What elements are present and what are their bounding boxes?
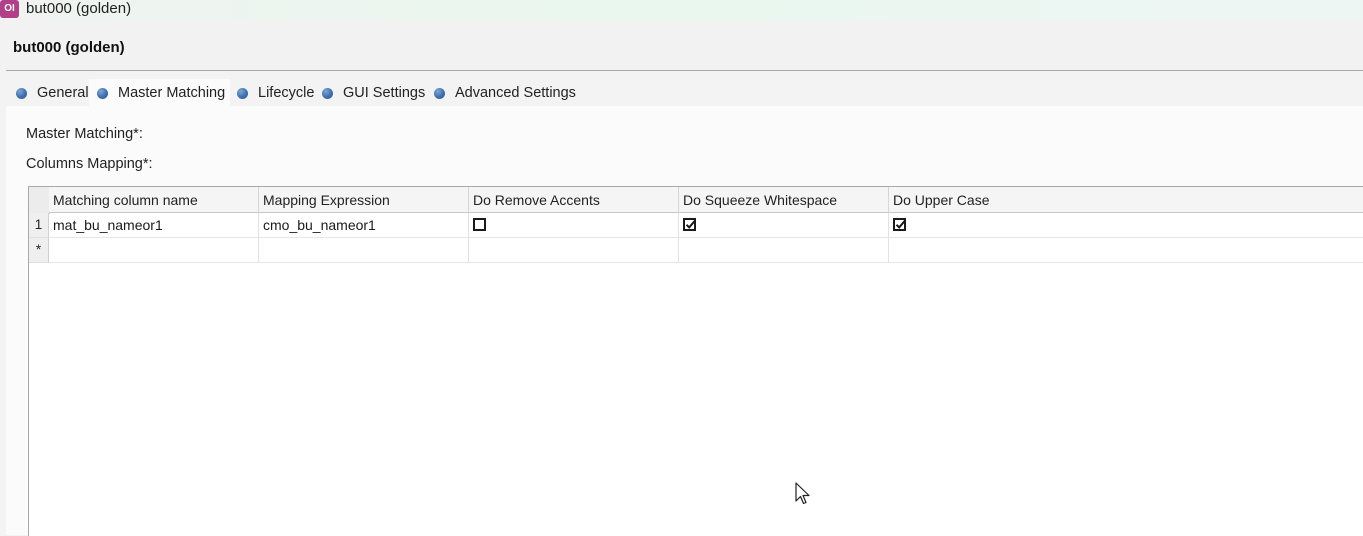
new-row-cell[interactable] (49, 238, 259, 263)
columns-mapping-grid[interactable]: Matching column name Mapping Expression … (28, 186, 1363, 536)
editor-header (0, 20, 1363, 70)
new-row-cell[interactable] (469, 238, 679, 263)
tab-status-dot-icon (434, 87, 445, 99)
checkmark-icon (685, 220, 696, 229)
tab-label: Lifecycle (258, 85, 315, 101)
mouse-pointer-icon (795, 482, 811, 511)
column-header-do-squeeze-whitespace[interactable]: Do Squeeze Whitespace (679, 187, 889, 213)
squeeze-whitespace-checkbox[interactable] (683, 218, 696, 231)
cell-do-squeeze-whitespace (679, 213, 889, 238)
checkmark-icon (895, 220, 906, 229)
new-row-cell[interactable] (259, 238, 469, 263)
cell-do-upper-case (889, 213, 1363, 238)
column-header-mapping-expression[interactable]: Mapping Expression (259, 187, 469, 213)
tab-general[interactable]: General (16, 81, 89, 105)
editor-title: but000 (golden) (13, 39, 125, 56)
tab-label: General (37, 85, 89, 101)
tab-status-dot-icon (97, 87, 108, 99)
grid-corner (29, 187, 50, 214)
row-header[interactable]: 1 (29, 213, 49, 238)
columns-mapping-label: Columns Mapping*: (26, 156, 153, 172)
remove-accents-checkbox[interactable] (473, 218, 486, 231)
tab-master-matching[interactable]: Master Matching (89, 79, 231, 107)
app-icon: OI (0, 0, 19, 18)
column-header-do-remove-accents[interactable]: Do Remove Accents (469, 187, 679, 213)
window-titlebar: OI but000 (golden) (0, 0, 1363, 20)
new-row-cell[interactable] (889, 238, 1363, 263)
upper-case-checkbox[interactable] (893, 218, 906, 231)
column-header-matching-column-name[interactable]: Matching column name (49, 187, 259, 213)
column-header-do-upper-case[interactable]: Do Upper Case (889, 187, 1363, 213)
tab-status-dot-icon (322, 87, 333, 99)
tab-status-dot-icon (237, 87, 248, 99)
tab-gui-settings[interactable]: GUI Settings (322, 81, 425, 105)
new-row-header[interactable]: * (29, 238, 49, 263)
tab-label: Master Matching (118, 85, 226, 101)
tab-status-dot-icon (16, 87, 27, 99)
cell-mapping-expression[interactable]: cmo_bu_nameor1 (259, 213, 469, 238)
tab-advanced-settings[interactable]: Advanced Settings (434, 81, 576, 105)
cell-matching-column-name[interactable]: mat_bu_nameor1 (49, 213, 259, 238)
tab-bar: General Master Matching Lifecycle GUI Se… (6, 71, 1363, 107)
tab-lifecycle[interactable]: Lifecycle (237, 81, 314, 105)
window-title: but000 (golden) (26, 0, 132, 17)
master-matching-label: Master Matching*: (26, 126, 143, 142)
new-row-cell[interactable] (679, 238, 889, 263)
tab-label: GUI Settings (343, 85, 426, 101)
cell-do-remove-accents (469, 213, 679, 238)
tab-label: Advanced Settings (455, 85, 576, 101)
